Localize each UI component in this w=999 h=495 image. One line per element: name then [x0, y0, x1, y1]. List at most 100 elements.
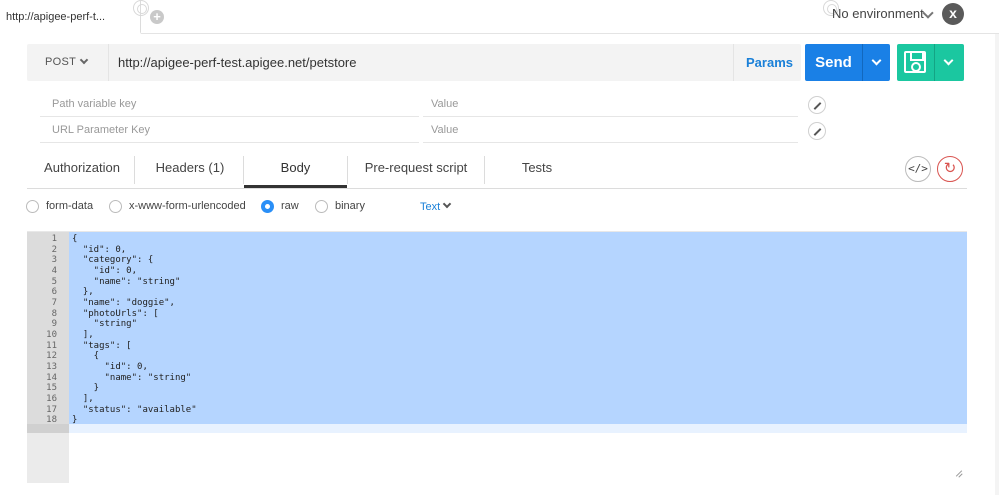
path-variable-value-input[interactable]: Value: [431, 98, 458, 110]
chevron-down-icon[interactable]: [442, 199, 452, 209]
loading-spinner-icon: [133, 0, 149, 16]
request-tab[interactable]: http://apigee-perf-t...: [0, 0, 141, 34]
line-number: 13: [46, 361, 57, 372]
resize-handle-icon[interactable]: [955, 470, 963, 478]
line-number: 2: [51, 244, 57, 255]
raw-type-select[interactable]: Text: [420, 201, 440, 213]
divider: [134, 156, 135, 184]
line-number: 9: [51, 319, 57, 330]
code-line: 9 "string": [27, 319, 967, 330]
path-variable-row: Path variable key Value: [40, 92, 800, 117]
radio-label: binary: [335, 200, 365, 212]
method-select[interactable]: POST: [45, 56, 76, 68]
bulk-edit-button[interactable]: [808, 96, 826, 114]
send-button[interactable]: Send: [805, 44, 862, 81]
line-number: 14: [46, 372, 57, 383]
url-parameter-key-input[interactable]: URL Parameter Key: [52, 124, 150, 136]
input-underline: [423, 142, 798, 143]
code-text: "id": 0,: [72, 265, 138, 276]
line-number: 16: [46, 393, 57, 404]
line-number: 17: [46, 404, 57, 415]
code-line: 18}: [27, 415, 967, 426]
line-number: 6: [51, 287, 57, 298]
params-button[interactable]: Params: [746, 55, 793, 70]
code-line: 10 ],: [27, 330, 967, 341]
url-input[interactable]: http://apigee-perf-test.apigee.net/petst…: [118, 55, 357, 70]
radio-label: raw: [281, 200, 299, 212]
code-line: 3 "category": {: [27, 255, 967, 266]
code-line: 7 "name": "doggie",: [27, 298, 967, 309]
environment-quicklook-icon[interactable]: x: [942, 3, 964, 25]
radio-urlencoded[interactable]: [109, 200, 122, 213]
chevron-down-icon[interactable]: [79, 55, 89, 65]
scrollbar[interactable]: [995, 34, 999, 495]
request-tab-label: http://apigee-perf-t...: [6, 11, 106, 23]
input-underline: [423, 116, 798, 117]
code-line: 8 "photoUrls": [: [27, 309, 967, 320]
save-button[interactable]: [897, 44, 934, 81]
code-line: 11 "tags": [: [27, 341, 967, 352]
code-text: "id": 0,: [72, 244, 127, 255]
chevron-down-icon: [943, 55, 954, 66]
bulk-edit-button[interactable]: [808, 122, 826, 140]
line-number: 18: [46, 415, 57, 426]
input-underline: [40, 142, 419, 143]
code-text: "photoUrls": [: [72, 308, 159, 319]
code-text: {: [72, 351, 100, 362]
code-text: "tags": [: [72, 340, 132, 351]
request-tabs: Authorization Headers (1) Body Pre-reque…: [27, 152, 967, 189]
radio-label: x-www-form-urlencoded: [129, 200, 246, 212]
line-number: 12: [46, 351, 57, 362]
floppy-disk-icon: [904, 51, 926, 73]
code-text: "id": 0,: [72, 361, 148, 372]
code-line: 14 "name": "string": [27, 373, 967, 384]
code-line: 6 },: [27, 287, 967, 298]
code-line: 1{: [27, 234, 967, 245]
add-tab-icon[interactable]: +: [150, 10, 164, 24]
code-text: "string": [72, 319, 138, 330]
code-text: "name": "string": [72, 276, 181, 287]
code-line: 13 "id": 0,: [27, 362, 967, 373]
code-text: "status": "available": [72, 404, 197, 415]
chevron-down-icon[interactable]: [922, 7, 934, 19]
radio-raw[interactable]: [261, 200, 274, 213]
line-number: 15: [46, 383, 57, 394]
tab-strip: http://apigee-perf-t... + No environment…: [0, 0, 999, 34]
body-mode-selector: form-data x-www-form-urlencoded raw bina…: [26, 199, 626, 215]
tab-tests[interactable]: Tests: [485, 152, 589, 188]
url-parameter-row: URL Parameter Key Value: [40, 118, 800, 143]
code-line: 4 "id": 0,: [27, 266, 967, 277]
tab-authorization[interactable]: Authorization: [27, 152, 137, 188]
code-text: "name": "string": [72, 372, 192, 383]
tab-pre-request-script[interactable]: Pre-request script: [348, 152, 484, 188]
body-editor[interactable]: 1{2 "id": 0, 3 "category": {4 "id": 0, 5 "…: [27, 231, 967, 483]
code-text: ],: [72, 393, 94, 404]
environment-select[interactable]: No environment: [832, 6, 924, 21]
line-number: 11: [46, 340, 57, 351]
code-line: 5 "name": "string": [27, 277, 967, 288]
pencil-icon: [813, 128, 822, 136]
code-line: 16 ],: [27, 394, 967, 405]
line-number: 7: [51, 297, 57, 308]
radio-binary[interactable]: [315, 200, 328, 213]
tab-headers[interactable]: Headers (1): [137, 152, 243, 188]
line-number: 1: [51, 234, 57, 244]
url-parameter-value-input[interactable]: Value: [431, 124, 458, 136]
code-line: 17 "status": "available": [27, 405, 967, 416]
chevron-down-icon: [871, 55, 882, 66]
code-text: }: [72, 415, 78, 426]
path-variable-key-input[interactable]: Path variable key: [52, 98, 136, 110]
code-text: ],: [72, 329, 94, 340]
request-bar: POST http://apigee-perf-test.apigee.net/…: [27, 44, 801, 81]
line-number: 8: [51, 308, 57, 319]
radio-form-data[interactable]: [26, 200, 39, 213]
tab-body[interactable]: Body: [244, 152, 347, 188]
code-text: "name": "doggie",: [72, 297, 175, 308]
send-options-button[interactable]: [862, 44, 890, 81]
code-line: 12 {: [27, 351, 967, 362]
reset-icon[interactable]: ↻: [937, 156, 963, 182]
save-options-button[interactable]: [934, 44, 964, 81]
radio-label: form-data: [46, 200, 94, 212]
divider: [733, 44, 734, 81]
generate-code-icon[interactable]: </>: [905, 156, 931, 182]
